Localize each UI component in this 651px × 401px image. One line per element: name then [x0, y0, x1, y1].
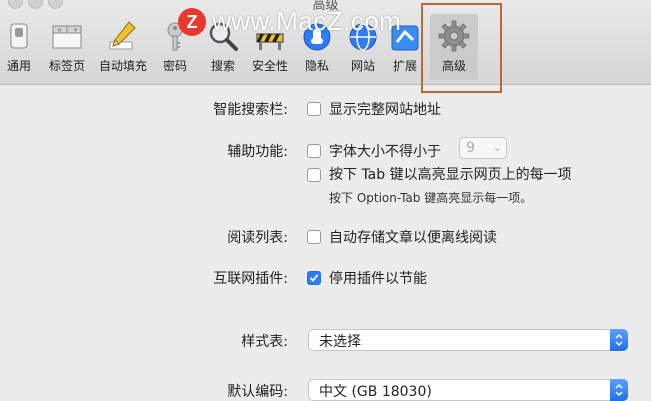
stop-plugins-checkbox[interactable] — [307, 271, 321, 285]
svg-text:+: + — [73, 27, 78, 34]
svg-text:×: × — [57, 27, 62, 34]
tab-highlight-checkbox[interactable] — [307, 168, 321, 182]
tab-label: 自动填充 — [98, 59, 147, 73]
default-encoding-label: 默认编码: — [227, 384, 288, 400]
min-font-size-text: 字体大小不得小于 — [329, 144, 441, 160]
min-font-size-select[interactable]: 9 ⌄ — [459, 137, 507, 159]
chevron-down-icon: ⌄ — [492, 141, 502, 154]
watermark-logo: Z — [178, 8, 206, 36]
watermark-text: www.MacZ.com — [212, 6, 402, 36]
stylesheet-popup[interactable]: 未选择 — [308, 329, 628, 351]
show-full-address-text: 显示完整网站地址 — [329, 102, 441, 118]
default-encoding-value: 中文 (GB 18030) — [319, 384, 432, 400]
checkmark-icon — [309, 274, 319, 282]
save-offline-checkbox[interactable] — [307, 230, 321, 244]
min-font-size-value: 9 — [466, 140, 475, 156]
annotation-highlight-box — [421, 3, 502, 93]
tabs-icon: × + — [52, 25, 82, 49]
option-tab-hint: 按下 Option-Tab 键高亮显示每一项。 — [329, 191, 533, 205]
switch-icon — [10, 23, 28, 49]
pencil-icon — [109, 21, 136, 50]
tab-autofill[interactable]: 自动填充 — [99, 18, 147, 80]
default-encoding-popup[interactable]: 中文 (GB 18030) — [308, 379, 628, 401]
tab-label: 标签页 — [48, 59, 85, 73]
updown-arrows-icon — [610, 379, 628, 401]
reading-list-label: 阅读列表: — [227, 230, 288, 246]
internet-plugins-label: 互联网插件: — [213, 271, 288, 287]
tab-highlight-text: 按下 Tab 键以高亮显示网页上的每一项 — [329, 167, 572, 183]
show-full-address-checkbox[interactable] — [307, 102, 321, 116]
updown-arrows-icon — [610, 329, 628, 351]
stylesheet-value: 未选择 — [319, 334, 361, 350]
stylesheet-label: 样式表: — [241, 334, 288, 350]
tab-tabs[interactable]: × + 标签页 — [43, 18, 91, 80]
min-font-size-checkbox[interactable] — [307, 144, 321, 158]
save-offline-text: 自动存储文章以便离线阅读 — [329, 230, 497, 246]
stop-plugins-text: 停用插件以节能 — [329, 271, 427, 287]
smart-search-label: 智能搜索栏: — [213, 102, 288, 118]
accessibility-label: 辅助功能: — [227, 144, 288, 160]
